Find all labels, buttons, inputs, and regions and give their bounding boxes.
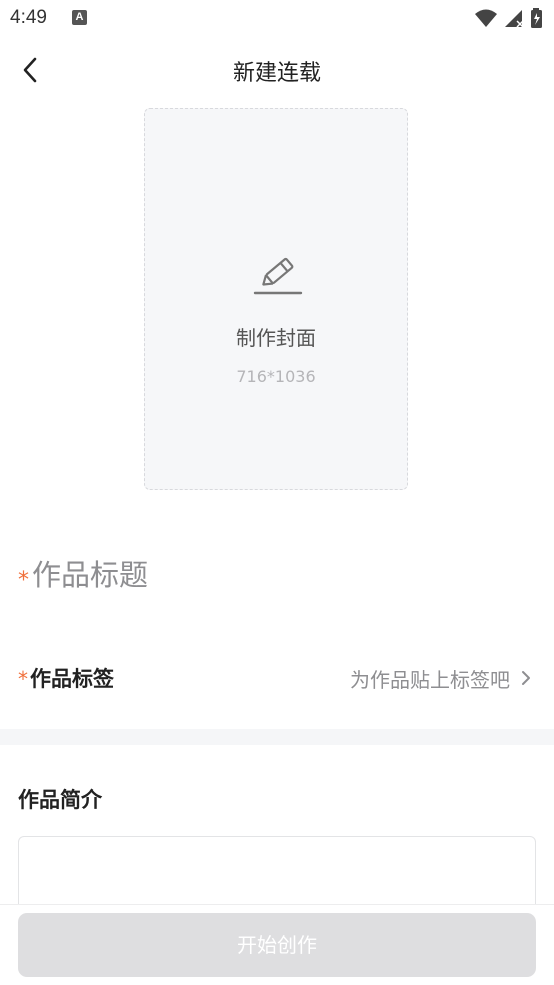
page-title: 新建连载 xyxy=(232,61,321,86)
status-bar: 4:49 A xyxy=(0,0,554,38)
intro-label: 作品简介 xyxy=(18,788,102,812)
work-tags-row[interactable]: *作品标签 为作品贴上标签吧 xyxy=(0,650,554,706)
section-divider xyxy=(0,729,554,745)
pencil-icon xyxy=(253,257,303,295)
battery-icon xyxy=(531,8,542,28)
required-mark: * xyxy=(18,568,29,593)
status-time: 4:49 xyxy=(10,7,47,28)
signal-icon xyxy=(504,10,524,28)
tags-label-text: 作品标签 xyxy=(30,667,114,691)
work-title-placeholder: 作品标题 xyxy=(32,558,149,592)
notification-icon: A xyxy=(72,10,87,25)
status-icons xyxy=(474,8,544,28)
cover-label: 制作封面 xyxy=(236,326,316,350)
wifi-icon xyxy=(474,9,497,27)
cover-size-hint: 716*1036 xyxy=(236,367,316,386)
required-mark: * xyxy=(18,667,28,691)
tags-label: *作品标签 xyxy=(18,663,114,693)
work-title-field[interactable]: * 作品标题 xyxy=(18,552,148,596)
chevron-right-icon xyxy=(522,671,530,685)
bottom-bar: 开始创作 xyxy=(0,904,554,985)
start-creating-button[interactable]: 开始创作 xyxy=(18,913,536,977)
nav-bar: 新建连载 xyxy=(0,38,554,102)
tags-hint: 为作品贴上标签吧 xyxy=(350,668,510,692)
make-cover-button[interactable]: 制作封面 716*1036 xyxy=(144,108,408,490)
